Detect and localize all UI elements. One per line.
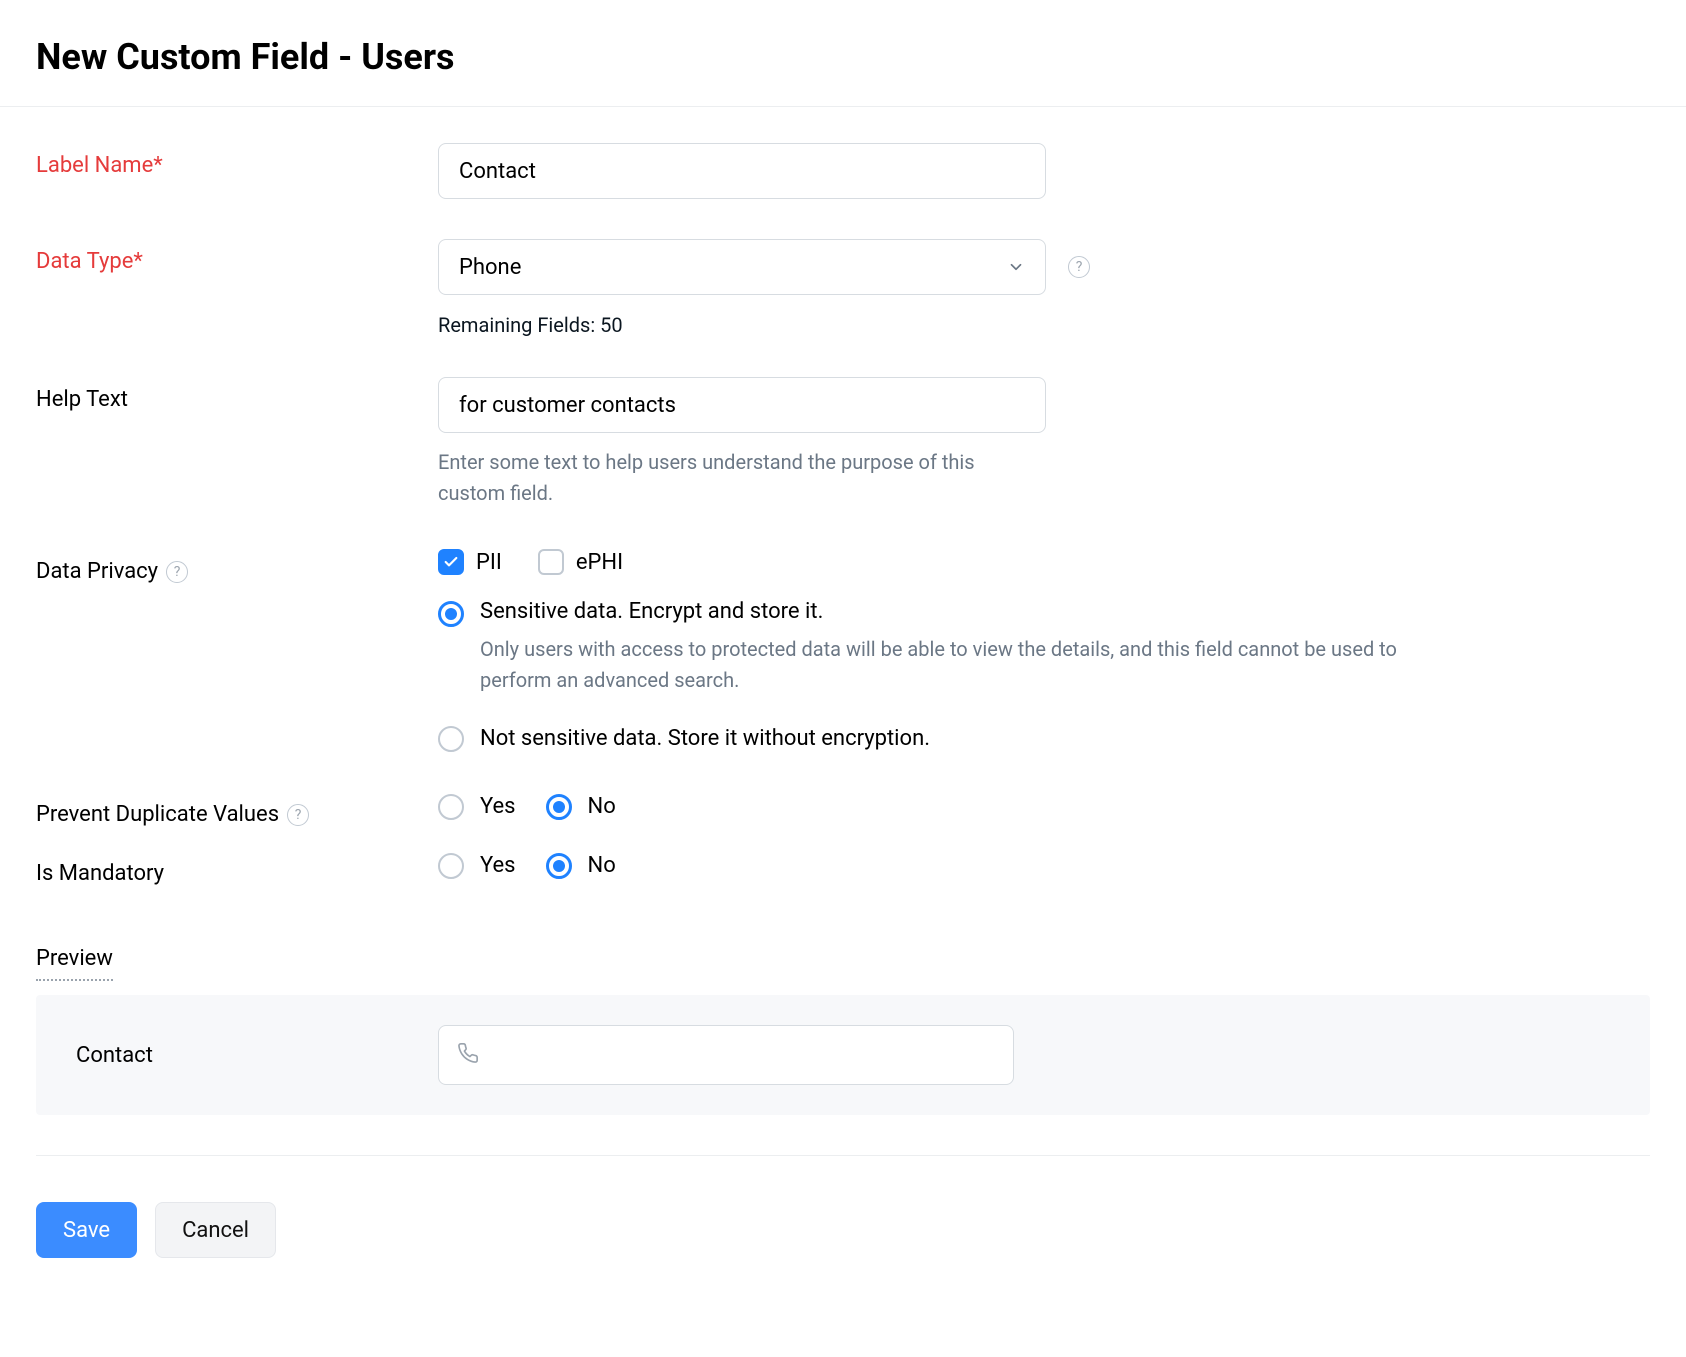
help-text-description: Enter some text to help users understand… [438, 447, 1046, 509]
help-icon[interactable]: ? [1068, 256, 1090, 278]
preview-field-label: Contact [76, 1043, 438, 1068]
data-privacy-label: Data Privacy ? [36, 549, 438, 584]
data-privacy-label-text: Data Privacy [36, 559, 158, 584]
label-name-input[interactable]: Contact [438, 143, 1046, 199]
preview-heading: Preview [36, 946, 113, 981]
page-title: New Custom Field - Users [36, 36, 1650, 78]
prevent-duplicates-label-text: Prevent Duplicate Values [36, 802, 279, 827]
preview-panel: Contact [36, 995, 1650, 1115]
label-name-value: Contact [459, 159, 536, 184]
help-text-input[interactable]: for customer contacts [438, 377, 1046, 433]
is-mandatory-yes-label: Yes [480, 853, 516, 878]
ephi-label: ePHI [576, 550, 623, 575]
pii-checkbox[interactable] [438, 549, 464, 575]
data-type-select[interactable]: Phone [438, 239, 1046, 295]
ephi-checkbox[interactable] [538, 549, 564, 575]
remaining-fields-hint: Remaining Fields: 50 [438, 313, 1650, 337]
prevent-duplicates-yes-label: Yes [480, 794, 516, 819]
is-mandatory-label: Is Mandatory [36, 851, 438, 886]
preview-phone-input[interactable] [438, 1025, 1014, 1085]
cancel-button[interactable]: Cancel [155, 1202, 276, 1258]
is-mandatory-no-label: No [588, 853, 616, 878]
not-sensitive-radio[interactable] [438, 726, 464, 752]
prevent-duplicates-no-label: No [588, 794, 616, 819]
prevent-duplicates-no-radio[interactable] [546, 794, 572, 820]
prevent-duplicates-label: Prevent Duplicate Values ? [36, 792, 438, 827]
prevent-duplicates-yes-radio[interactable] [438, 794, 464, 820]
label-name-label: Label Name* [36, 143, 438, 178]
help-text-label: Help Text [36, 377, 438, 412]
save-button[interactable]: Save [36, 1202, 137, 1258]
data-type-value: Phone [459, 255, 521, 280]
pii-label: PII [476, 550, 502, 575]
sensitive-radio-label: Sensitive data. Encrypt and store it. [480, 599, 1460, 624]
is-mandatory-no-radio[interactable] [546, 853, 572, 879]
sensitive-radio[interactable] [438, 601, 464, 627]
help-icon[interactable]: ? [287, 804, 309, 826]
help-icon[interactable]: ? [166, 561, 188, 583]
chevron-down-icon [1007, 258, 1025, 276]
phone-icon [457, 1042, 479, 1068]
data-type-label: Data Type* [36, 239, 438, 274]
sensitive-radio-description: Only users with access to protected data… [480, 634, 1460, 696]
not-sensitive-radio-label: Not sensitive data. Store it without enc… [480, 726, 930, 751]
help-text-value: for customer contacts [459, 393, 676, 418]
is-mandatory-yes-radio[interactable] [438, 853, 464, 879]
